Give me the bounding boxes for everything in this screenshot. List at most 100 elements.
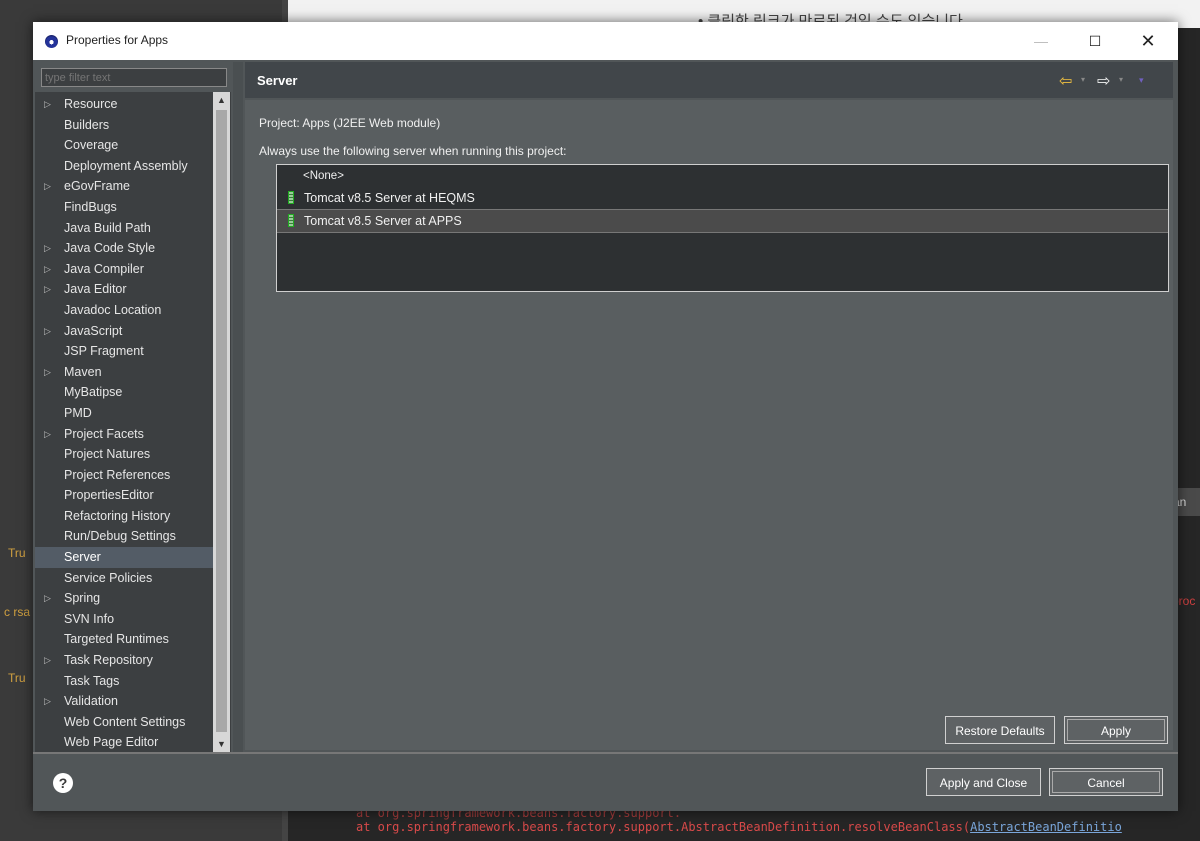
tree-item-web-content-settings[interactable]: Web Content Settings — [35, 712, 213, 733]
page-header: Server ⇦ ▾ ⇨ ▾ ▾ — [245, 62, 1173, 98]
tree-item-resource[interactable]: ▷ Resource — [35, 94, 213, 115]
dialog-titlebar[interactable]: Properties for Apps — ☐ ✕ — [33, 22, 1178, 60]
tree-item-svn-info[interactable]: SVN Info — [35, 609, 213, 630]
server-icon — [288, 214, 294, 227]
project-label: Project: Apps (J2EE Web module) — [259, 116, 441, 130]
expand-arrow-icon[interactable]: ▷ — [44, 238, 51, 259]
tree-item-findbugs[interactable]: FindBugs — [35, 197, 213, 218]
tree-item-project-natures[interactable]: Project Natures — [35, 444, 213, 465]
forward-history-dropdown-icon[interactable]: ▾ — [1119, 75, 1123, 84]
tree-item-label: Java Compiler — [64, 261, 144, 276]
tree-item-label: PropertiesEditor — [64, 488, 154, 503]
expand-arrow-icon[interactable]: ▷ — [44, 588, 51, 609]
apply-and-close-button[interactable]: Apply and Close — [926, 768, 1041, 796]
expand-arrow-icon[interactable]: ▷ — [44, 94, 51, 115]
tree-item-refactoring-history[interactable]: Refactoring History — [35, 506, 213, 527]
console-label: Tru — [8, 671, 26, 685]
tree-item-label: Project References — [64, 467, 171, 482]
tree-item-label: Run/Debug Settings — [64, 529, 176, 544]
tree-item-label: Maven — [64, 364, 102, 379]
forward-arrow-icon[interactable]: ⇨ — [1097, 71, 1110, 91]
tree-item-label: Project Natures — [64, 447, 151, 462]
tree-item-project-facets[interactable]: ▷ Project Facets — [35, 424, 213, 445]
server-row[interactable]: <None> — [277, 165, 1168, 187]
tree-item-label: Project Facets — [64, 426, 144, 441]
expand-arrow-icon[interactable]: ▷ — [44, 691, 51, 712]
tree-scrollbar[interactable]: ▲ ▼ — [213, 92, 230, 752]
scroll-up-icon[interactable]: ▲ — [213, 92, 230, 108]
apply-button[interactable]: Apply — [1064, 716, 1168, 744]
back-history-dropdown-icon[interactable]: ▾ — [1081, 75, 1085, 84]
expand-arrow-icon[interactable]: ▷ — [44, 259, 51, 280]
server-label: Tomcat v8.5 Server at APPS — [304, 214, 462, 228]
server-page: Project: Apps (J2EE Web module) Always u… — [245, 100, 1173, 750]
property-tree: ▷ Resource Builders Coverage Deployment Asse… — [35, 92, 231, 752]
filter-input[interactable] — [41, 68, 227, 87]
panel-sash[interactable] — [233, 62, 243, 752]
expand-arrow-icon[interactable]: ▷ — [44, 650, 51, 671]
tree-item-java-editor[interactable]: ▷ Java Editor — [35, 279, 213, 300]
tree-item-task-repository[interactable]: ▷ Task Repository — [35, 650, 213, 671]
tree-item-java-build-path[interactable]: Java Build Path — [35, 218, 213, 239]
tree-item-label: Validation — [64, 694, 118, 709]
tree-item-coverage[interactable]: Coverage — [35, 135, 213, 156]
tree-item-java-compiler[interactable]: ▷ Java Compiler — [35, 259, 213, 280]
view-menu-icon[interactable]: ▾ — [1139, 75, 1144, 86]
tree-item-server[interactable]: Server — [35, 547, 213, 568]
tree-item-spring[interactable]: ▷ Spring — [35, 588, 213, 609]
tree-item-label: Service Policies — [64, 570, 153, 585]
scroll-down-icon[interactable]: ▼ — [213, 736, 230, 752]
tree-item-maven[interactable]: ▷ Maven — [35, 362, 213, 383]
tree-item-mybatipse[interactable]: MyBatipse — [35, 382, 213, 403]
console-label: c rsa — [4, 605, 31, 619]
tree-item-javadoc-location[interactable]: Javadoc Location — [35, 300, 213, 321]
back-arrow-icon[interactable]: ⇦ — [1059, 71, 1072, 91]
close-button[interactable]: ✕ — [1125, 22, 1171, 60]
tree-item-java-code-style[interactable]: ▷ Java Code Style — [35, 238, 213, 259]
tree-item-label: Server — [64, 550, 101, 565]
maximize-button[interactable]: ☐ — [1072, 22, 1118, 60]
expand-arrow-icon[interactable]: ▷ — [44, 321, 51, 342]
cancel-button[interactable]: Cancel — [1049, 768, 1163, 796]
server-row[interactable]: Tomcat v8.5 Server at HEQMS — [277, 187, 1168, 209]
tree-item-label: Targeted Runtimes — [64, 632, 169, 647]
help-icon[interactable]: ? — [53, 773, 73, 793]
dialog-title: Properties for Apps — [66, 33, 169, 47]
tree-item-label: Deployment Assembly — [64, 158, 188, 173]
tree-item-label: Java Editor — [64, 282, 127, 297]
tree-item-label: Spring — [64, 591, 101, 606]
tree-item-targeted-runtimes[interactable]: Targeted Runtimes — [35, 629, 213, 650]
tree-item-pmd[interactable]: PMD — [35, 403, 213, 424]
tree-item-deployment-assembly[interactable]: Deployment Assembly — [35, 156, 213, 177]
tree-list: ▷ Resource Builders Coverage Deployment Asse… — [35, 94, 213, 752]
tree-item-run-debug-settings[interactable]: Run/Debug Settings — [35, 526, 213, 547]
server-label: Tomcat v8.5 Server at HEQMS — [304, 191, 475, 205]
tree-item-javascript[interactable]: ▷ JavaScript — [35, 321, 213, 342]
tree-item-validation[interactable]: ▷ Validation — [35, 691, 213, 712]
server-row[interactable]: Tomcat v8.5 Server at APPS — [277, 209, 1168, 233]
tree-item-project-references[interactable]: Project References — [35, 465, 213, 486]
tree-item-task-tags[interactable]: Task Tags — [35, 671, 213, 692]
restore-defaults-button[interactable]: Restore Defaults — [945, 716, 1055, 744]
tree-item-label: Web Content Settings — [64, 714, 186, 729]
stacktrace-link[interactable]: AbstractBeanDefinitio — [970, 820, 1122, 834]
tree-item-web-page-editor[interactable]: Web Page Editor — [35, 732, 213, 752]
tree-item-label: Web Page Editor — [64, 735, 159, 750]
expand-arrow-icon[interactable]: ▷ — [44, 362, 51, 383]
tree-item-builders[interactable]: Builders — [35, 115, 213, 136]
tree-item-service-policies[interactable]: Service Policies — [35, 568, 213, 589]
server-list[interactable]: <None> Tomcat v8.5 Server at HEQMS Tomcat … — [276, 164, 1169, 292]
tree-item-propertieseditor[interactable]: PropertiesEditor — [35, 485, 213, 506]
expand-arrow-icon[interactable]: ▷ — [44, 176, 51, 197]
stacktrace-text: at org.springframework.beans.factory.sup… — [356, 820, 971, 834]
server-hint-label: Always use the following server when run… — [259, 144, 567, 158]
tree-item-label: Refactoring History — [64, 508, 171, 523]
scroll-thumb[interactable] — [216, 110, 227, 732]
tree-item-egovframe[interactable]: ▷ eGovFrame — [35, 176, 213, 197]
tree-item-label: Coverage — [64, 138, 119, 153]
footer-divider — [33, 752, 1178, 754]
expand-arrow-icon[interactable]: ▷ — [44, 424, 51, 445]
minimize-button[interactable]: — — [1018, 22, 1064, 60]
tree-item-jsp-fragment[interactable]: JSP Fragment — [35, 341, 213, 362]
expand-arrow-icon[interactable]: ▷ — [44, 279, 51, 300]
